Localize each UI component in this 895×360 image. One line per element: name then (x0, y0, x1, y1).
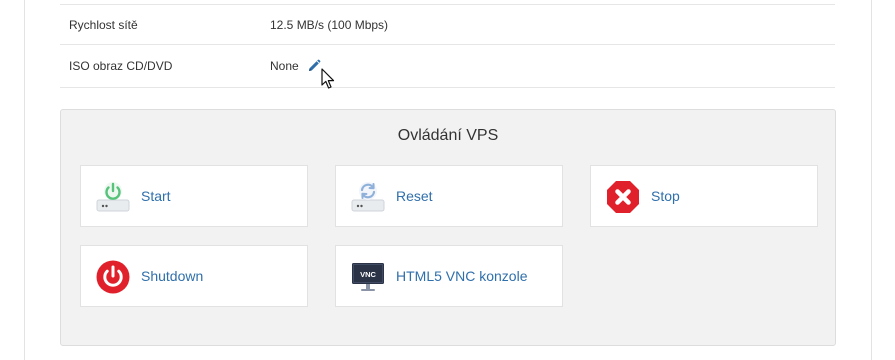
power-circle-icon (95, 259, 131, 295)
monitor-vnc-icon: VNC (350, 259, 386, 295)
refresh-drive-icon (350, 179, 386, 215)
start-button[interactable]: Start (80, 165, 308, 227)
iso-label: ISO obraz CD/DVD (69, 59, 173, 73)
control-panel-title: Ovládání VPS (397, 127, 499, 144)
power-drive-green-icon (95, 179, 131, 215)
start-label: Start (141, 188, 171, 204)
vnc-icon-text: VNC (360, 270, 376, 279)
iso-value-text: None (270, 59, 299, 73)
reset-label: Reset (396, 188, 433, 204)
stop-octagon-icon (605, 179, 641, 215)
vps-control-panel: Ovládání VPS Start Reset Stop Shutdown V… (60, 109, 836, 346)
html5-vnc-console-button[interactable]: VNC HTML5 VNC konzole (335, 245, 563, 307)
right-border (871, 0, 872, 360)
info-row-network-speed: Rychlost sítě 12.5 MB/s (100 Mbps) (60, 4, 835, 45)
vps-info-table: Rychlost sítě 12.5 MB/s (100 Mbps) ISO o… (60, 0, 835, 88)
left-border (24, 0, 25, 360)
network-speed-text: 12.5 MB/s (100 Mbps) (270, 17, 389, 32)
network-speed-label: Rychlost sítě (69, 17, 138, 32)
shutdown-label: Shutdown (141, 268, 204, 284)
shutdown-button[interactable]: Shutdown (80, 245, 308, 307)
info-row-iso: ISO obraz CD/DVD None (60, 45, 835, 88)
stop-button[interactable]: Stop (590, 165, 818, 227)
pencil-icon[interactable] (307, 59, 321, 73)
mouse-cursor-icon (321, 68, 335, 93)
iso-value: None (270, 59, 321, 73)
reset-button[interactable]: Reset (335, 165, 563, 227)
network-speed-value: 12.5 MB/s (100 Mbps) (270, 18, 388, 32)
stop-label: Stop (651, 188, 680, 204)
vnc-label: HTML5 VNC konzole (396, 268, 528, 284)
